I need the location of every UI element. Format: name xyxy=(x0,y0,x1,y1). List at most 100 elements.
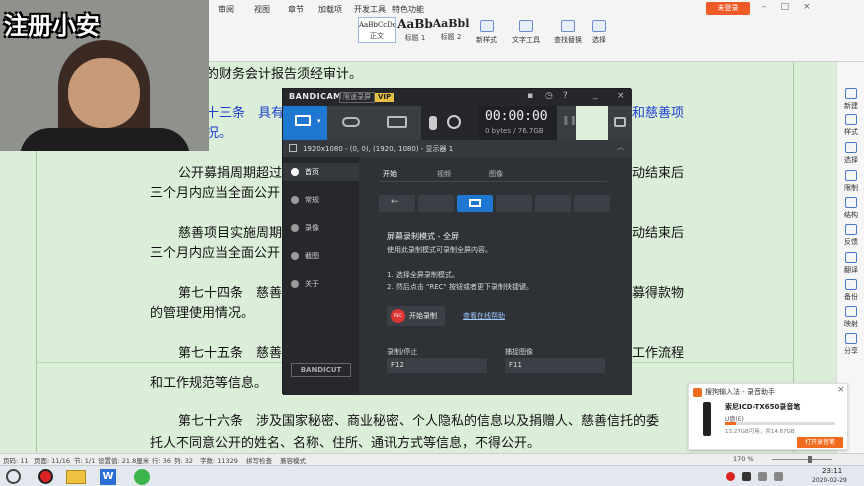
zoom-slider-handle[interactable] xyxy=(808,456,812,463)
status-word-count[interactable]: 字数: 11329 xyxy=(200,455,238,465)
doc-line: 动结束后 xyxy=(632,226,685,241)
zoom-level[interactable]: 170 % xyxy=(733,455,754,463)
doc-line: 第七十四条 慈善 xyxy=(178,286,283,301)
chevron-up-icon[interactable]: ︿ xyxy=(617,142,624,152)
panel-restrict[interactable]: 限制 xyxy=(837,170,864,193)
cursor-icon xyxy=(592,20,606,32)
tab-addins[interactable]: 加载项 xyxy=(318,4,342,15)
panel-backup[interactable]: 备份 xyxy=(837,279,864,302)
login-button[interactable]: 未登录 xyxy=(706,2,750,15)
panel-select[interactable]: 选择 xyxy=(837,142,864,165)
doc-line: 募得款物 xyxy=(632,286,685,301)
mode-device-button[interactable] xyxy=(574,195,610,212)
limit-badge: 限速录屏 xyxy=(339,92,375,103)
capture-info-bar: 1920x1080 - (0, 0), (1920, 1080) - 显示器 1… xyxy=(283,140,632,157)
new-style-button[interactable]: 新样式 xyxy=(476,20,497,45)
bandicam-titlebar[interactable]: BANDICAM 限速录屏 VIP ▪ ◷ ? _ × xyxy=(283,89,632,106)
tab-review[interactable]: 审阅 xyxy=(218,4,234,15)
panel-style[interactable]: 样式 xyxy=(837,114,864,137)
close-icon[interactable]: × xyxy=(803,2,811,12)
tab-image[interactable]: 图像 xyxy=(489,169,503,179)
panel-structure[interactable]: 结构 xyxy=(837,197,864,220)
status-spell-check[interactable]: 拼写检查 xyxy=(246,455,272,465)
vip-badge[interactable]: VIP xyxy=(375,93,395,102)
browser-icon[interactable] xyxy=(134,469,150,485)
style-normal[interactable]: AaBbCcDd 正文 xyxy=(358,17,396,43)
clock-date[interactable]: 2020-02-29 xyxy=(812,477,847,484)
panel-new[interactable]: 新建 xyxy=(837,88,864,111)
style-heading1[interactable]: AaBb 标题 1 xyxy=(396,17,434,43)
tray-record-icon[interactable] xyxy=(726,472,735,481)
style-heading2[interactable]: AaBbl 标题 2 xyxy=(432,17,470,43)
doc-line: 和工作规范等信息。 xyxy=(150,376,268,391)
tab-video[interactable]: 视频 xyxy=(437,169,451,179)
rec-button[interactable] xyxy=(576,106,608,140)
sidebar-item-image[interactable]: 截图 xyxy=(291,251,319,261)
window-controls[interactable]: – □ × xyxy=(762,2,852,14)
zoom-slider[interactable] xyxy=(772,459,832,460)
bandicam-record-icon[interactable] xyxy=(38,469,53,484)
tab-developer[interactable]: 开发工具 xyxy=(354,4,386,15)
sidebar-item-video[interactable]: 录像 xyxy=(291,223,319,233)
mode-rect-button[interactable] xyxy=(418,195,454,212)
minimize-icon[interactable]: – xyxy=(762,2,767,12)
start-recording-button[interactable]: REC 开始录制 xyxy=(387,306,445,326)
tray-app-icon[interactable] xyxy=(742,472,751,481)
tray-network-icon[interactable] xyxy=(758,472,767,481)
clock-time[interactable]: 23:11 xyxy=(822,467,842,475)
panel-translate[interactable]: 翻译 xyxy=(837,252,864,275)
sidebar-item-home[interactable]: 首页 xyxy=(291,167,319,177)
game-mode-button[interactable] xyxy=(329,106,373,140)
bandicam-window: BANDICAM 限速录屏 VIP ▪ ◷ ? _ × ▾ 00:00:00 0… xyxy=(282,88,632,395)
webcam-icon[interactable] xyxy=(447,115,461,129)
file-size: 0 bytes / 76.7GB xyxy=(485,127,544,135)
tab-view[interactable]: 视图 xyxy=(254,4,270,15)
chevron-down-icon[interactable]: ▾ xyxy=(317,117,321,125)
hotkey-image-field[interactable]: F11 xyxy=(505,358,605,373)
microphone-icon[interactable] xyxy=(429,116,437,130)
close-icon[interactable]: × xyxy=(617,91,625,101)
device-mode-button[interactable] xyxy=(375,106,419,140)
mode-fullscreen-button[interactable] xyxy=(457,195,493,212)
tab-chapter[interactable]: 章节 xyxy=(288,4,304,15)
find-replace-button[interactable]: 查找替换 xyxy=(554,20,582,45)
sidebar-item-about[interactable]: 关于 xyxy=(291,279,319,289)
doc-line: 公开募捐周期超过 xyxy=(178,166,283,181)
new-style-icon xyxy=(479,20,494,32)
pause-button[interactable]: ❚❚ xyxy=(559,106,577,140)
tray-volume-icon[interactable] xyxy=(774,472,783,481)
doc-line: 动结束后 xyxy=(632,166,685,181)
file-explorer-icon[interactable] xyxy=(66,470,86,484)
wps-writer-icon[interactable]: W xyxy=(100,469,116,485)
screenshot-button[interactable] xyxy=(609,106,631,140)
mode-game-button[interactable] xyxy=(535,195,571,212)
panel-map[interactable]: 映射 xyxy=(837,306,864,329)
bandicut-button[interactable]: BANDICUT xyxy=(291,363,351,377)
tab-features[interactable]: 特色功能 xyxy=(392,4,424,15)
film-icon xyxy=(291,224,299,232)
text-tools-button[interactable]: 文字工具 xyxy=(512,20,540,45)
hotkey-record-field[interactable]: F12 xyxy=(387,358,487,373)
panel-feedback[interactable]: 反馈 xyxy=(837,224,864,247)
start-icon[interactable] xyxy=(6,469,21,484)
online-help-link[interactable]: 查看在线帮助 xyxy=(463,311,505,321)
select-button[interactable]: 选择 xyxy=(592,20,606,45)
sidebar-item-general[interactable]: 常规 xyxy=(291,195,319,205)
help-icon[interactable]: ? xyxy=(563,91,568,101)
capacity-text: 13.27GB可用，共14.67GB xyxy=(725,429,795,435)
mode-cursor-button[interactable] xyxy=(496,195,532,212)
mode-back-button[interactable]: ← xyxy=(379,195,415,212)
doc-line: 工作流程 xyxy=(632,346,685,361)
maximize-icon[interactable]: □ xyxy=(781,2,790,12)
close-icon[interactable]: × xyxy=(837,385,845,395)
panel-share[interactable]: 分享 xyxy=(837,333,864,356)
open-recorder-button[interactable]: 打开录音笔 xyxy=(797,437,843,448)
webcam-overlay: 注册小安 xyxy=(0,0,209,151)
folder-icon[interactable]: ▪ xyxy=(527,91,533,101)
clock-icon[interactable]: ◷ xyxy=(545,91,553,101)
minimize-icon[interactable]: _ xyxy=(593,90,598,100)
recording-timer-panel: 00:00:00 0 bytes / 76.7GB xyxy=(479,106,557,140)
tab-start[interactable]: 开始 xyxy=(383,169,397,179)
screen-mode-button[interactable]: ▾ xyxy=(283,106,327,140)
capacity-bar xyxy=(725,422,835,425)
